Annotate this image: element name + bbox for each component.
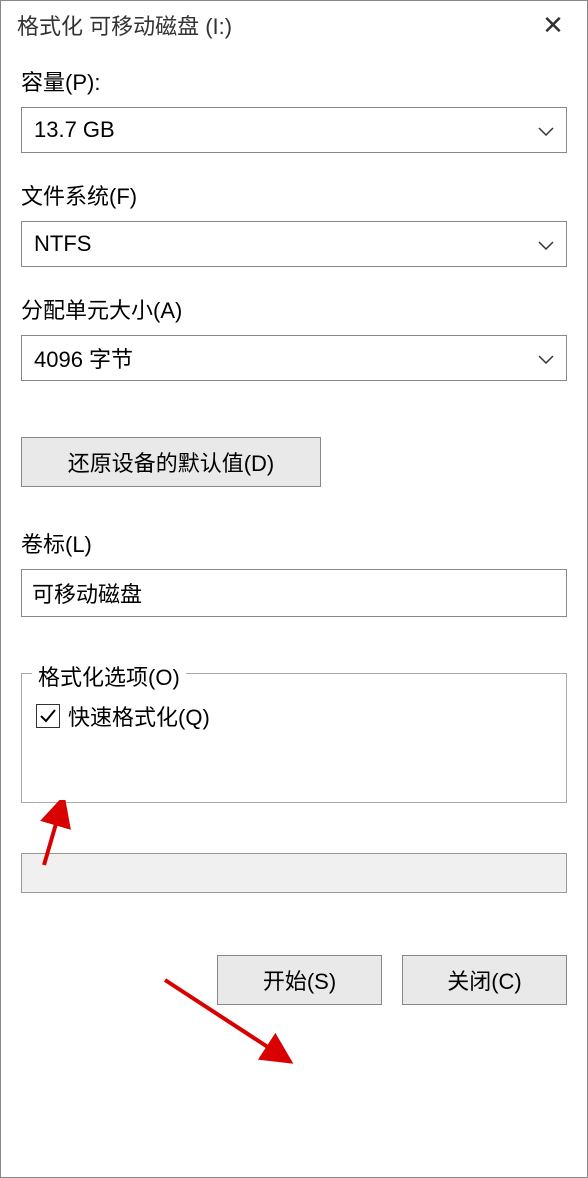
filesystem-select[interactable]: NTFS xyxy=(21,221,567,267)
format-dialog: 格式化 可移动磁盘 (I:) ✕ 容量(P): 13.7 GB 文件系统(F) … xyxy=(0,0,588,1178)
quick-format-checkbox[interactable] xyxy=(36,704,60,728)
capacity-select[interactable]: 13.7 GB xyxy=(21,107,567,153)
restore-defaults-button[interactable]: 还原设备的默认值(D) xyxy=(21,437,321,487)
content-area: 容量(P): 13.7 GB 文件系统(F) NTFS 分配单元大小(A) 40… xyxy=(1,49,587,1177)
start-button-label: 开始(S) xyxy=(263,964,336,996)
capacity-group: 容量(P): 13.7 GB xyxy=(21,65,567,153)
volume-label-label: 卷标(L) xyxy=(21,527,567,559)
close-icon[interactable]: ✕ xyxy=(533,5,573,45)
button-row: 开始(S) 关闭(C) xyxy=(21,955,567,1005)
start-button[interactable]: 开始(S) xyxy=(217,955,382,1005)
restore-defaults-label: 还原设备的默认值(D) xyxy=(68,446,275,478)
window-title: 格式化 可移动磁盘 (I:) xyxy=(17,9,232,41)
chevron-down-icon xyxy=(538,231,554,257)
capacity-label: 容量(P): xyxy=(21,65,567,97)
quick-format-label: 快速格式化(Q) xyxy=(68,700,210,732)
allocation-group: 分配单元大小(A) 4096 字节 xyxy=(21,293,567,381)
allocation-label: 分配单元大小(A) xyxy=(21,293,567,325)
volume-label-group: 卷标(L) xyxy=(21,527,567,617)
format-options-fieldset: 格式化选项(O) 快速格式化(Q) xyxy=(21,673,567,803)
chevron-down-icon xyxy=(538,117,554,143)
allocation-select[interactable]: 4096 字节 xyxy=(21,335,567,381)
progress-bar xyxy=(21,853,567,893)
filesystem-label: 文件系统(F) xyxy=(21,179,567,211)
chevron-down-icon xyxy=(538,345,554,371)
close-button[interactable]: 关闭(C) xyxy=(402,955,567,1005)
volume-label-input[interactable] xyxy=(21,569,567,617)
close-button-label: 关闭(C) xyxy=(447,964,522,996)
quick-format-row: 快速格式化(Q) xyxy=(36,700,552,732)
titlebar: 格式化 可移动磁盘 (I:) ✕ xyxy=(1,1,587,49)
capacity-value: 13.7 GB xyxy=(34,117,115,143)
filesystem-group: 文件系统(F) NTFS xyxy=(21,179,567,267)
filesystem-value: NTFS xyxy=(34,231,91,257)
format-options-legend: 格式化选项(O) xyxy=(32,660,186,692)
allocation-value: 4096 字节 xyxy=(34,342,133,374)
